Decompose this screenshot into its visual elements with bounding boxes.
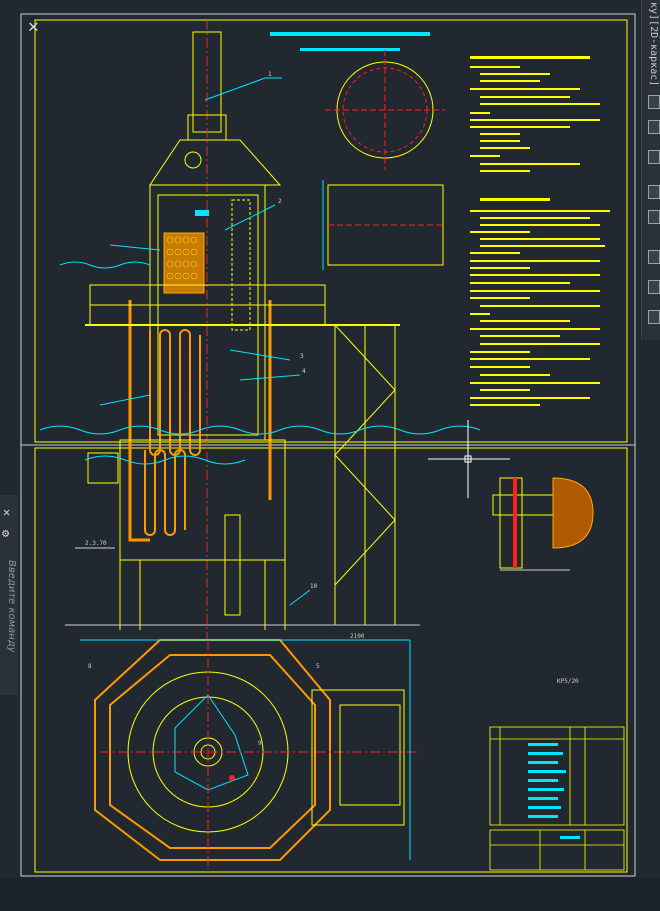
leader-label-3: 3	[300, 353, 304, 360]
tool-button-3[interactable]	[648, 150, 660, 164]
command-input[interactable]: Введите команду	[1, 560, 17, 680]
wrench-icon[interactable]: ⚙	[2, 526, 9, 540]
tool-button-4[interactable]	[648, 185, 660, 199]
tool-button-1[interactable]	[648, 95, 660, 109]
leader-label-8: 8	[88, 663, 92, 670]
view-label[interactable]: ку][2D-каркас]	[643, 2, 659, 86]
close-drawing-icon[interactable]: ✕	[28, 18, 39, 36]
leader-label-1: 1	[268, 71, 272, 78]
status-bar	[0, 878, 660, 911]
leader-label-5: 5	[316, 663, 320, 670]
leader-label-2: 2	[278, 198, 282, 205]
dimension-label: 2100	[350, 633, 365, 640]
tool-button-6[interactable]	[648, 250, 660, 264]
tool-button-7[interactable]	[648, 280, 660, 294]
tool-button-5[interactable]	[648, 210, 660, 224]
tool-button-2[interactable]	[648, 120, 660, 134]
cad-drawing[interactable]: 2.3.70 1 2 3 4 10 8 5 9 КР5/20 2100	[0, 0, 660, 911]
leader-label-10: 10	[310, 583, 318, 590]
tool-button-8[interactable]	[648, 310, 660, 324]
close-icon[interactable]: ✕	[3, 505, 10, 519]
leader-label-4: 4	[302, 368, 306, 375]
elevation-label: 2.3.70	[85, 540, 107, 547]
table-size-label: КР5/20	[557, 678, 579, 685]
leader-label-9: 9	[258, 740, 262, 747]
